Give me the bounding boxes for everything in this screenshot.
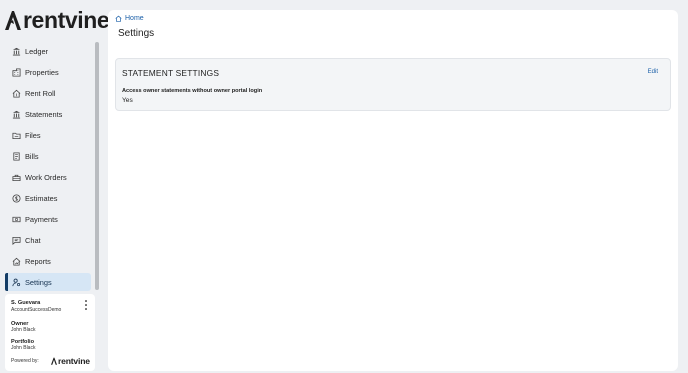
- sidebar-item-reports[interactable]: Reports: [5, 252, 91, 270]
- statement-settings-card: STATEMENT SETTINGS Edit Access owner sta…: [115, 58, 671, 111]
- sidebar-item-label: Payments: [25, 214, 58, 224]
- rentvine-logo-icon: [51, 357, 57, 365]
- house-dollar-icon: [12, 89, 21, 98]
- sidebar-item-label: Statements: [25, 109, 63, 119]
- dollar-circle-icon: [12, 193, 21, 203]
- sidebar-item-properties[interactable]: Properties: [5, 63, 91, 81]
- sidebar-item-rent-roll[interactable]: Rent Roll: [5, 84, 91, 102]
- portfolio-value: John Black: [11, 345, 36, 351]
- setting-label: Access owner statements without owner po…: [122, 88, 263, 94]
- edit-button[interactable]: Edit: [648, 69, 658, 75]
- user-card: S. Guevara AccountSuccessDemo Owner John…: [5, 294, 95, 371]
- sidebar-item-label: Settings: [25, 277, 52, 287]
- sidebar-item-label: Chat: [25, 235, 41, 245]
- setting-value: Yes: [122, 97, 133, 104]
- breadcrumb-home-link[interactable]: Home: [125, 15, 144, 22]
- sidebar-item-label: Files: [25, 130, 41, 140]
- card-title: STATEMENT SETTINGS: [122, 68, 220, 78]
- rentvine-logo[interactable]: rentvine: [5, 7, 110, 33]
- bank-icon: [12, 110, 21, 119]
- kebab-menu-icon[interactable]: [83, 300, 89, 310]
- main-panel: Home Settings STATEMENT SETTINGS Edit Ac…: [108, 10, 678, 371]
- sidebar-item-label: Work Orders: [25, 172, 67, 182]
- sidebar-item-label: Bills: [25, 151, 39, 161]
- sidebar-nav: Ledger Properties Rent Roll Statements F…: [5, 42, 91, 294]
- cash-icon: [12, 215, 21, 224]
- sidebar-item-work-orders[interactable]: Work Orders: [5, 168, 91, 186]
- chat-icon: [12, 236, 21, 245]
- sidebar-scrollbar[interactable]: [95, 42, 100, 290]
- user-account: AccountSuccessDemo: [11, 307, 62, 313]
- sidebar-item-statements[interactable]: Statements: [5, 105, 91, 123]
- sidebar-item-label: Estimates: [25, 193, 58, 203]
- sidebar-item-label: Reports: [25, 256, 51, 266]
- receipt-icon: [12, 151, 21, 161]
- sidebar-item-label: Rent Roll: [25, 88, 56, 98]
- page-title: Settings: [118, 28, 155, 39]
- powered-by-label: Powered by:: [11, 358, 39, 364]
- sidebar-item-estimates[interactable]: Estimates: [5, 189, 91, 207]
- sidebar-scrollbar-thumb[interactable]: [95, 42, 99, 290]
- user-name: S. Guevara: [11, 300, 41, 306]
- owner-value: John Black: [11, 327, 36, 333]
- report-icon: [12, 257, 21, 266]
- sidebar-item-payments[interactable]: Payments: [5, 210, 91, 228]
- sidebar-item-ledger[interactable]: Ledger: [5, 42, 91, 60]
- breadcrumb[interactable]: Home: [115, 15, 144, 22]
- bank-icon: [12, 47, 21, 56]
- home-icon: [115, 15, 122, 22]
- powered-by-logo-text: rentvine: [58, 356, 90, 366]
- user-settings-icon: [12, 278, 21, 287]
- folder-icon: [12, 131, 21, 140]
- toolbox-icon: [12, 173, 21, 182]
- building-icon: [12, 67, 21, 77]
- sidebar-item-bills[interactable]: Bills: [5, 147, 91, 165]
- logo-text: rentvine: [23, 7, 110, 33]
- powered-by-logo: rentvine: [51, 356, 90, 366]
- sidebar-item-files[interactable]: Files: [5, 126, 91, 144]
- sidebar-item-settings[interactable]: Settings: [5, 273, 91, 291]
- sidebar-item-label: Ledger: [25, 46, 49, 56]
- rentvine-logo-icon: [5, 11, 21, 30]
- sidebar-item-label: Properties: [25, 67, 59, 77]
- sidebar-item-chat[interactable]: Chat: [5, 231, 91, 249]
